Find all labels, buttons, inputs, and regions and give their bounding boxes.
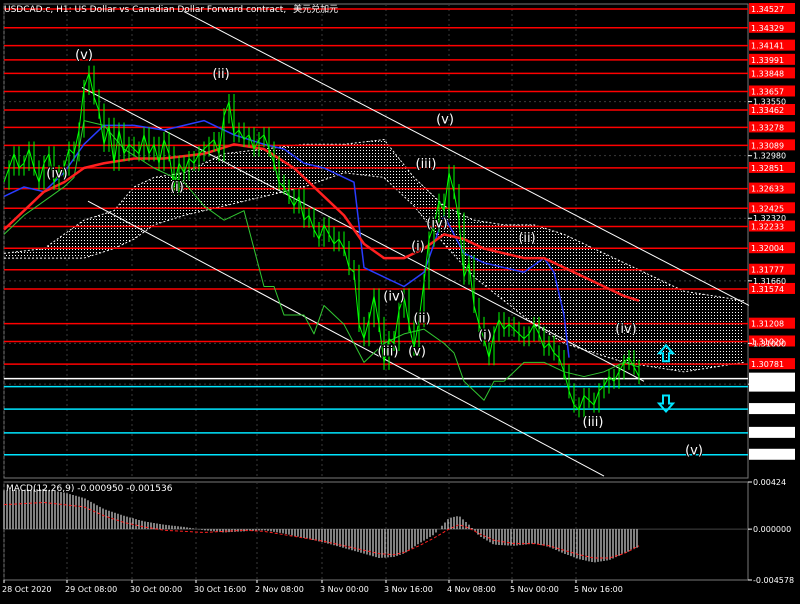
- x-tick-label: 30 Oct 00:00: [130, 585, 182, 594]
- wave-label: (ii): [518, 231, 535, 246]
- x-tick-label: 3 Nov 00:00: [320, 585, 369, 594]
- red-level-label: 1.33278: [751, 123, 784, 132]
- x-tick-label: 5 Nov 16:00: [574, 585, 623, 594]
- x-tick-label: 2 Nov 08:00: [255, 585, 304, 594]
- x-tick-label: 30 Oct 16:00: [194, 585, 246, 594]
- wave-label: (ii): [413, 312, 430, 327]
- wave-label: (iv): [46, 166, 67, 181]
- red-level-label: 1.32851: [751, 164, 784, 173]
- wave-label: (v): [685, 443, 703, 458]
- red-level-label: 1.31208: [751, 320, 784, 329]
- red-level-label: 1.34141: [751, 42, 784, 51]
- wave-label: (i): [478, 329, 492, 344]
- red-level-label: 1.31777: [751, 266, 784, 275]
- cyan-level-label: 1.30307: [751, 405, 784, 414]
- y-tick-label: 1.33550: [753, 98, 786, 107]
- cyan-level-label: 1.30056: [751, 429, 784, 438]
- chart-title: USDCAD.c, H1: US Dollar vs Canadian Doll…: [4, 3, 338, 15]
- wave-label: (iii): [378, 345, 399, 360]
- cyan-level-label: 1.29825: [751, 451, 784, 460]
- wave-label: (iii): [416, 157, 437, 172]
- price-chart[interactable]: 1.34527 1.34329 1.34141 1.33991 1.33848 1.336…: [0, 0, 800, 600]
- y-tick-label: 1.32980: [753, 152, 786, 161]
- red-level-label: 1.34329: [751, 24, 784, 33]
- red-level-label: 1.33089: [751, 141, 784, 150]
- red-level-label: 1.33991: [751, 56, 784, 65]
- red-level-label: 1.33462: [751, 106, 784, 115]
- wave-label: (iv): [383, 290, 404, 305]
- red-level-label: 1.34527: [751, 5, 784, 14]
- x-tick-label: 3 Nov 16:00: [384, 585, 433, 594]
- red-level-label: 1.32233: [751, 222, 784, 231]
- red-level-label: 1.33848: [751, 69, 784, 78]
- red-level-label: 1.33657: [751, 88, 784, 97]
- y-tick-label: 1.31000: [753, 339, 786, 348]
- chart-window[interactable]: 1.34527 1.34329 1.34141 1.33991 1.33848 1.336…: [0, 0, 800, 600]
- wave-label: (i): [411, 239, 425, 254]
- x-tick-label: 4 Nov 08:00: [447, 585, 496, 594]
- wave-label: (v): [75, 48, 93, 63]
- x-tick-label: 5 Nov 00:00: [510, 585, 559, 594]
- red-level-label: 1.31574: [751, 285, 784, 294]
- wave-label: (ii): [212, 67, 229, 82]
- wave-label: (iv): [426, 217, 447, 232]
- macd-y-tick-label: 0.000000: [753, 525, 791, 534]
- x-tick-label: 28 Oct 2020: [2, 585, 51, 594]
- red-level-label: 1.32004: [751, 244, 784, 253]
- wave-label: (i): [170, 180, 184, 195]
- y-tick-label: 1.30570: [753, 380, 786, 389]
- red-level-label: 1.32425: [751, 204, 784, 213]
- x-tick-label: 29 Oct 08:00: [65, 585, 117, 594]
- y-tick-label: 1.32320: [753, 214, 786, 223]
- wave-label: (v): [436, 112, 454, 127]
- red-level-label: 1.32633: [751, 185, 784, 194]
- wave-label: (iv): [615, 322, 636, 337]
- wave-label: (v): [408, 345, 426, 360]
- macd-y-tick-label: -0.004578: [753, 576, 794, 585]
- y-tick-label: 1.31660: [753, 277, 786, 286]
- macd-y-tick-label: 0.00424: [753, 478, 786, 487]
- red-level-label: 1.30781: [751, 360, 784, 369]
- wave-label: (iii): [583, 415, 604, 430]
